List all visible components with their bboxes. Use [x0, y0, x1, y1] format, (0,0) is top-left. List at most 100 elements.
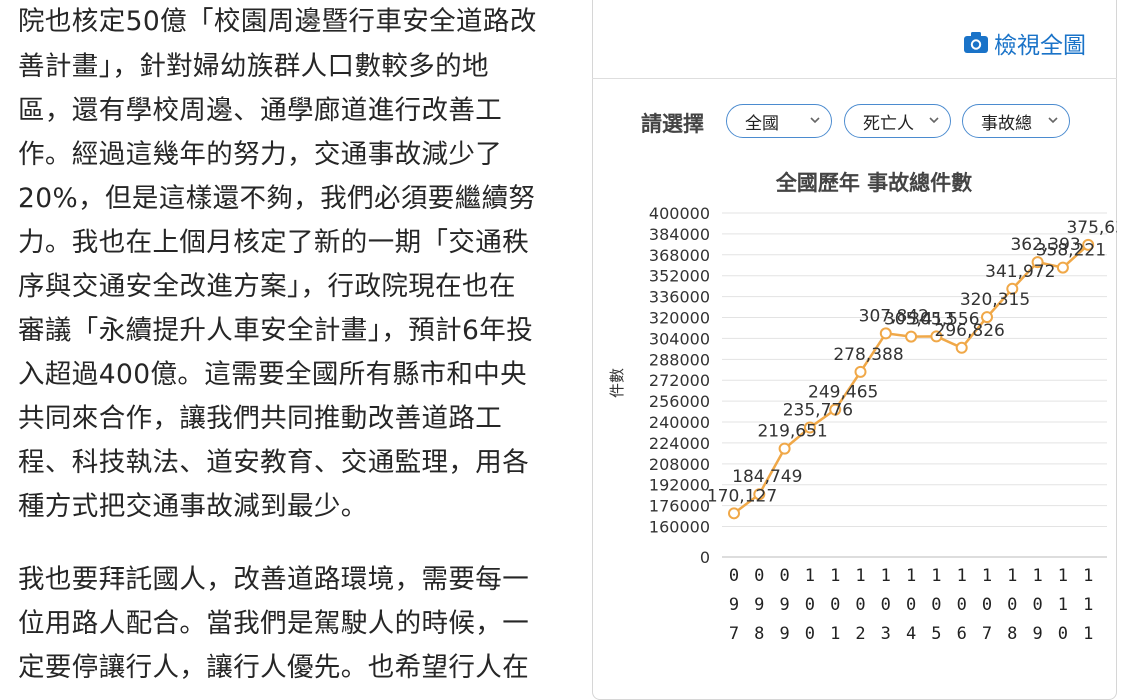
- article-line: 力。我也在上個月核定了新的一期「交通秩: [18, 227, 530, 258]
- x-tick-label: 1: [830, 624, 840, 644]
- data-label: 341,972: [985, 262, 1055, 282]
- y-tick-label: 336000: [649, 288, 710, 307]
- article-text: 院也核定50億「校園周邊暨行車安全道路改 善計畫」，針對婦幼族群人口數較多的地 區，…: [0, 0, 570, 684]
- article-line: 程、科技執法、道安教育、交通監理，用各: [18, 447, 530, 478]
- data-label: 249,465: [808, 383, 878, 403]
- x-tick-label: 1: [805, 566, 815, 586]
- data-point: [728, 507, 740, 520]
- article-line: 序與交通安全改進方案」，行政院現在也在: [18, 271, 516, 302]
- x-tick-label: 0: [982, 595, 992, 615]
- article-line: 20%，但是這樣還不夠，我們必須要繼續努: [18, 183, 536, 214]
- y-tick-label: 304000: [649, 329, 710, 348]
- data-point: [955, 341, 968, 354]
- x-tick-label: 0: [855, 595, 865, 615]
- data-point: [1056, 261, 1069, 274]
- x-tick-label: 1: [1007, 566, 1017, 586]
- data-label: 320,315: [960, 290, 1030, 310]
- y-tick-label: 176000: [649, 497, 710, 516]
- x-tick-label: 1: [1032, 566, 1042, 586]
- y-tick-label: 320000: [649, 309, 710, 328]
- y-tick-label: 240000: [649, 413, 710, 432]
- data-label: 296,826: [935, 321, 1005, 341]
- region-select-value: 全國: [745, 113, 779, 134]
- article-line: 區，還有學校周邊、通學廊道進行改善工: [18, 95, 503, 126]
- x-tick-label: 1: [855, 566, 865, 586]
- y-tick-label: 352000: [649, 267, 710, 286]
- x-tick-label: 9: [729, 595, 739, 615]
- x-tick-label: 1: [830, 566, 840, 586]
- x-tick-label: 0: [906, 595, 916, 615]
- x-tick-label: 7: [982, 624, 992, 644]
- metric-select[interactable]: 死亡人: [844, 104, 951, 138]
- y-tick-label: 192000: [649, 476, 710, 495]
- y-tick-label: 256000: [649, 392, 710, 411]
- y-tick-label: 0: [700, 548, 710, 567]
- article-line: 審議「永續提升人車安全計畫」，預計6年投: [18, 315, 534, 346]
- x-tick-label: 0: [805, 595, 815, 615]
- data-point: [879, 327, 892, 340]
- x-tick-label: 0: [754, 566, 764, 586]
- x-tick-label: 6: [957, 624, 967, 644]
- y-tick-label: 400000: [649, 204, 710, 223]
- chevron-down-icon: [929, 117, 939, 124]
- data-label: 358,221: [1036, 241, 1106, 261]
- x-tick-label: 9: [779, 595, 789, 615]
- data-label: 235,776: [783, 401, 853, 421]
- article-line: 院也核定50億「校園周邊暨行車安全道路改: [18, 6, 537, 37]
- category-select[interactable]: 事故總: [962, 104, 1070, 138]
- x-tick-label: 1: [1083, 624, 1093, 644]
- data-label: 184,749: [732, 467, 802, 487]
- data-point: [778, 442, 791, 455]
- x-tick-label: 0: [805, 624, 815, 644]
- x-tick-label: 1: [881, 566, 891, 586]
- y-tick-label: 208000: [649, 455, 710, 474]
- chevron-down-icon: [810, 117, 820, 124]
- x-tick-label: 1: [1083, 566, 1093, 586]
- view-full-chart-button[interactable]: 檢視全圖: [962, 27, 1086, 59]
- y-tick-label: 160000: [649, 518, 710, 537]
- x-tick-label: 5: [931, 624, 941, 644]
- x-tick-label: 1: [1058, 566, 1068, 586]
- data-label: 375,63: [1066, 218, 1117, 238]
- y-tick-label: 384000: [649, 225, 710, 244]
- chevron-down-icon: [1048, 117, 1058, 124]
- region-select[interactable]: 全國: [726, 104, 832, 138]
- x-tick-label: 0: [1032, 595, 1042, 615]
- x-tick-label: 0: [830, 595, 840, 615]
- article-line: 善計畫」，針對婦幼族群人口數較多的地: [18, 51, 489, 82]
- x-tick-label: 0: [1058, 624, 1068, 644]
- article-line: 種方式把交通事故減到最少。: [18, 491, 368, 522]
- x-tick-label: 1: [931, 566, 941, 586]
- x-tick-label: 9: [754, 595, 764, 615]
- article-line: 共同來合作，讓我們共同推動改善道路工: [18, 403, 503, 434]
- y-tick-label: 288000: [649, 350, 710, 369]
- x-tick-label: 2: [855, 624, 865, 644]
- y-axis-label: 件數: [608, 368, 626, 398]
- x-tick-label: 9: [779, 624, 789, 644]
- data-label: 170,127: [707, 486, 777, 506]
- category-select-value: 事故總: [981, 113, 1032, 134]
- article-line: 定要停讓行人，讓行人優先。也希望行人在: [18, 652, 530, 683]
- x-tick-label: 1: [1058, 595, 1068, 615]
- chart-title: 全國歷年 事故總件數: [775, 171, 972, 195]
- x-tick-label: 0: [931, 595, 941, 615]
- x-tick-label: 0: [881, 595, 891, 615]
- select-prompt-label: 請選擇: [641, 112, 704, 136]
- y-tick-label: 272000: [649, 371, 710, 390]
- article-line: 位用路人配合。當我們是駕駛人的時候，一: [18, 608, 530, 639]
- y-tick-label: 224000: [649, 434, 710, 453]
- x-tick-label: 1: [1083, 595, 1093, 615]
- x-tick-label: 8: [754, 624, 764, 644]
- view-full-chart-label: 檢視全圖: [994, 33, 1086, 59]
- x-tick-label: 0: [729, 566, 739, 586]
- data-point: [854, 365, 867, 378]
- x-tick-label: 0: [779, 566, 789, 586]
- x-tick-label: 7: [729, 624, 739, 644]
- data-label: 219,651: [757, 422, 827, 442]
- data-label: 278,388: [833, 345, 903, 365]
- camera-icon: [964, 32, 988, 53]
- article-line: 作。經過這幾年的努力，交通事故減少了: [18, 139, 503, 170]
- x-tick-label: 1: [982, 566, 992, 586]
- x-tick-label: 0: [957, 595, 967, 615]
- x-tick-label: 1: [906, 566, 916, 586]
